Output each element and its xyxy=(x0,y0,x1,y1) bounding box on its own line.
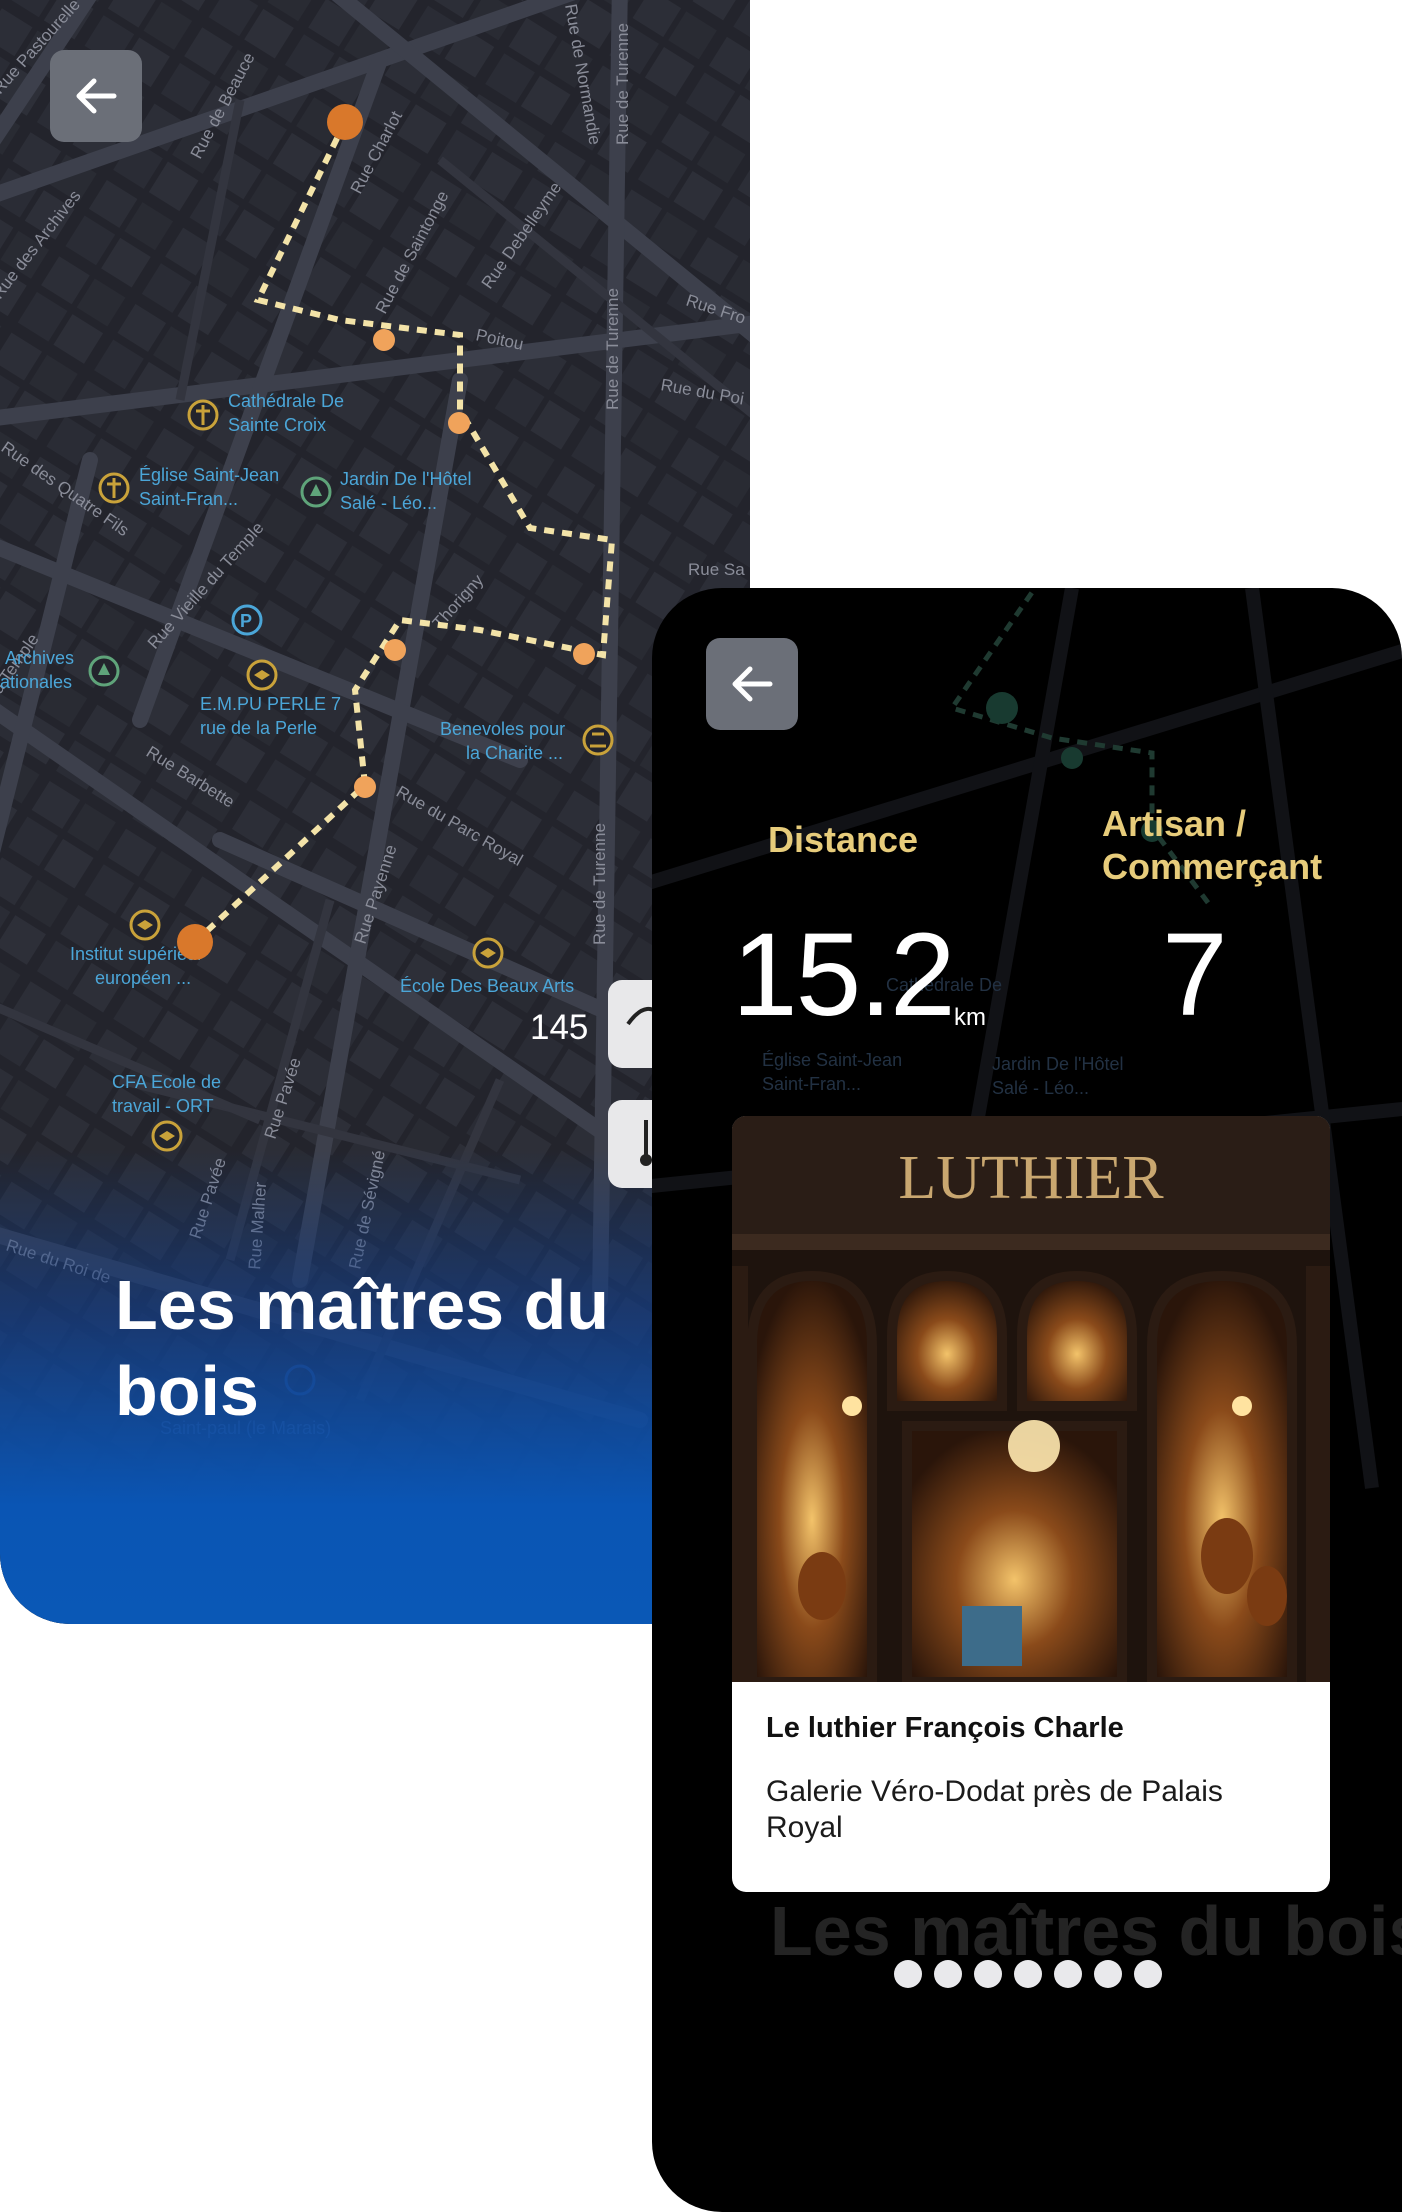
page-indicator xyxy=(894,1960,1162,1988)
artisan-label-line2: Commerçant xyxy=(1102,846,1323,887)
artisan-label-line1: Artisan / xyxy=(1102,803,1247,844)
svg-text:rue de la Perle: rue de la Perle xyxy=(200,718,317,738)
svg-text:P: P xyxy=(240,611,252,631)
church-icon xyxy=(98,472,130,504)
school-icon xyxy=(246,659,278,691)
svg-text:européen ...: européen ... xyxy=(95,968,191,988)
route-start xyxy=(327,104,363,140)
school-icon xyxy=(129,909,161,941)
page-dot[interactable] xyxy=(1094,1960,1122,1988)
school-icon xyxy=(472,937,504,969)
svg-text:CFA Ecole de: CFA Ecole de xyxy=(112,1072,221,1092)
svg-text:Archives: Archives xyxy=(5,648,74,668)
place-name: Le luthier François Charle xyxy=(766,1712,1124,1744)
church-icon xyxy=(187,399,219,431)
svg-text:Jardin De l'Hôtel: Jardin De l'Hôtel xyxy=(340,469,472,489)
park-icon xyxy=(300,476,332,508)
svg-text:Jardin De l'Hôtel: Jardin De l'Hôtel xyxy=(992,1054,1124,1074)
svg-text:E.M.PU PERLE 7: E.M.PU PERLE 7 xyxy=(200,694,341,714)
page-dot[interactable] xyxy=(974,1960,1002,1988)
artisan-label: Artisan / Commerçant xyxy=(1102,802,1322,888)
museum-icon xyxy=(582,724,614,756)
svg-text:Rue Sa: Rue Sa xyxy=(688,560,745,579)
svg-text:Sainte Croix: Sainte Croix xyxy=(228,415,326,435)
place-description: Galerie Véro-Dodat près de Palais Royal xyxy=(766,1775,1223,1844)
park-icon xyxy=(88,655,120,687)
parking-icon: P xyxy=(231,604,263,636)
map-screen: Rue de Beauce Rue Charlot Rue de Sainton… xyxy=(0,0,750,1624)
page-dot[interactable] xyxy=(894,1960,922,1988)
page-dot[interactable] xyxy=(1134,1960,1162,1988)
detail-screen: Église Saint-Jean Saint-Fran... Jardin De… xyxy=(652,588,1402,2212)
page-dot[interactable] xyxy=(1054,1960,1082,1988)
shop-sign: LUTHIER xyxy=(898,1144,1164,1212)
svg-text:Cathédrale De: Cathédrale De xyxy=(228,391,344,411)
svg-text:Benevoles pour: Benevoles pour xyxy=(440,719,565,739)
arrow-left-icon xyxy=(732,666,773,702)
back-button[interactable] xyxy=(706,638,798,730)
svg-text:Église Saint-Jean: Église Saint-Jean xyxy=(139,465,279,485)
svg-text:Église Saint-Jean: Église Saint-Jean xyxy=(762,1050,902,1070)
svg-text:Rue de Turenne: Rue de Turenne xyxy=(603,288,622,410)
svg-text:Salé - Léo...: Salé - Léo... xyxy=(340,493,437,513)
page-dot[interactable] xyxy=(1014,1960,1042,1988)
page-dot[interactable] xyxy=(934,1960,962,1988)
distance-label: Distance xyxy=(768,819,919,860)
svg-text:la Charite ...: la Charite ... xyxy=(466,743,563,763)
luthier-shop-photo: LUTHIER xyxy=(732,1116,1330,1682)
svg-text:Saint-Fran...: Saint-Fran... xyxy=(139,489,238,509)
svg-text:Salé - Léo...: Salé - Léo... xyxy=(992,1078,1089,1098)
route-end xyxy=(177,924,213,960)
back-button[interactable] xyxy=(50,50,142,142)
svg-text:Rue de Turenne: Rue de Turenne xyxy=(613,23,632,145)
svg-text:ationales: ationales xyxy=(0,672,72,692)
svg-text:École Des Beaux Arts: École Des Beaux Arts xyxy=(400,976,574,996)
map-counter: 145 xyxy=(530,1008,589,1047)
school-icon xyxy=(151,1120,183,1152)
distance-unit: km xyxy=(954,1004,986,1031)
svg-text:travail - ORT: travail - ORT xyxy=(112,1096,214,1116)
place-card[interactable]: LUTHIER Le luthier François Charle Galer… xyxy=(732,1116,1330,1892)
svg-text:Saint-Fran...: Saint-Fran... xyxy=(762,1074,861,1094)
distance-value: 15.2 xyxy=(732,909,956,1041)
svg-text:Rue de Turenne: Rue de Turenne xyxy=(590,823,609,945)
tour-title: Les maîtres du bois xyxy=(115,1266,610,1430)
artisan-value: 7 xyxy=(1162,909,1228,1041)
arrow-left-icon xyxy=(76,78,117,114)
